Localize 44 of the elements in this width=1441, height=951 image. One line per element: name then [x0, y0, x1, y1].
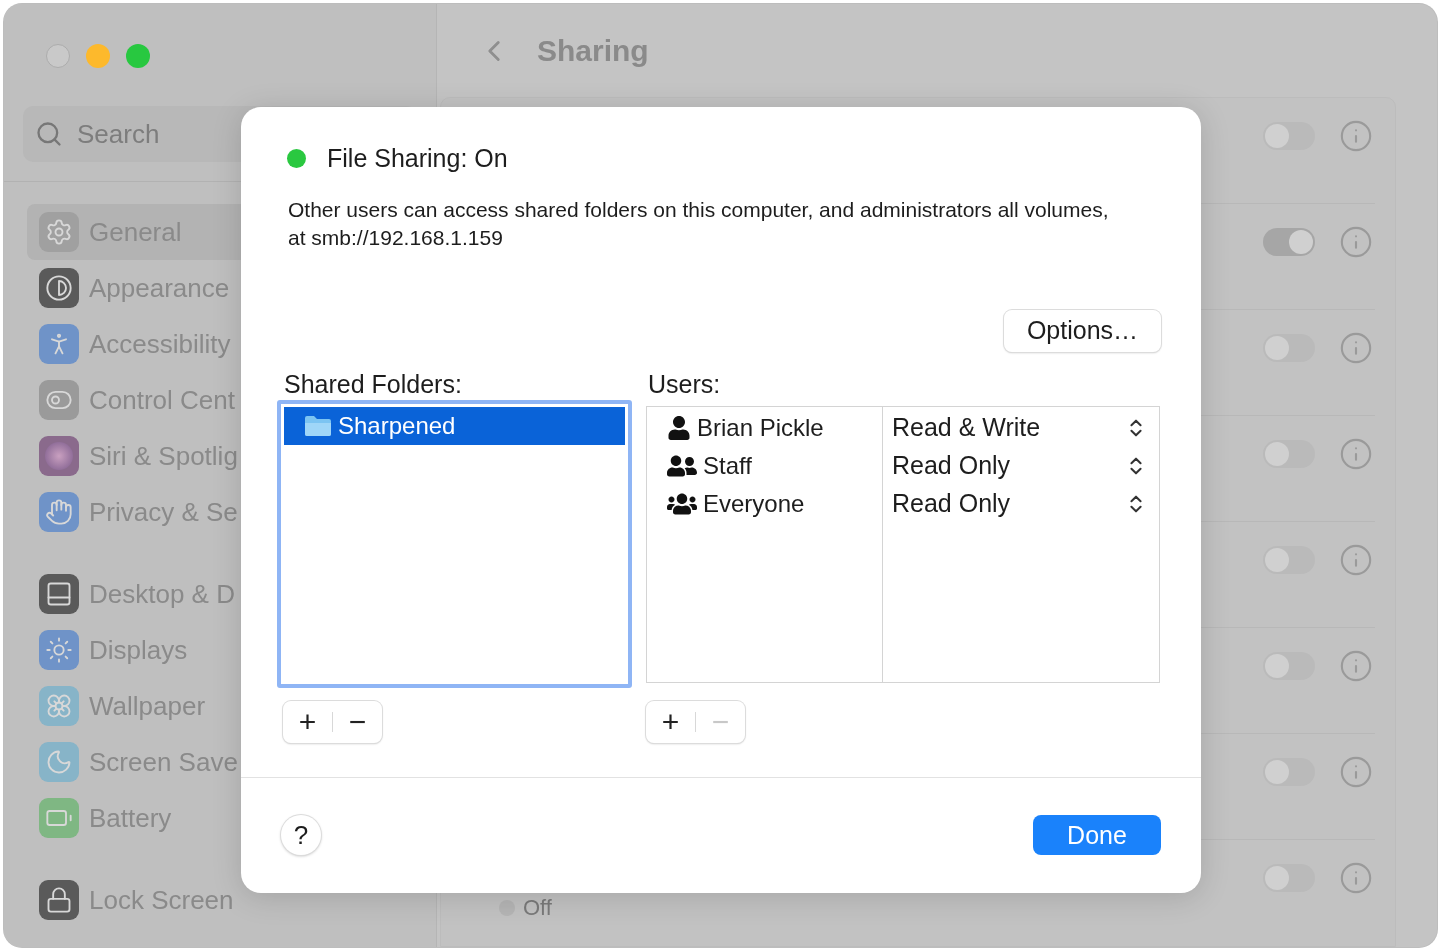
status-text: Off [523, 894, 552, 922]
person-icon [667, 415, 691, 440]
info-icon[interactable] [1339, 861, 1373, 895]
permission-select[interactable]: Read Only [883, 446, 1147, 485]
info-icon[interactable] [1339, 755, 1373, 789]
user-name: Everyone [703, 488, 805, 519]
desktop-icon [39, 574, 79, 614]
user-name: Staff [703, 450, 752, 481]
add-button[interactable]: + [646, 700, 695, 743]
user-name: Brian Pickle [697, 412, 824, 443]
info-icon[interactable] [1339, 119, 1373, 153]
flower-icon [39, 686, 79, 726]
permission-select[interactable]: Read Only [883, 484, 1147, 523]
hand-icon [39, 492, 79, 532]
close-button[interactable] [46, 44, 70, 68]
info-icon[interactable] [1339, 649, 1373, 683]
info-icon[interactable] [1339, 331, 1373, 365]
permission-select[interactable]: Read & Write [883, 408, 1147, 447]
toggle-switch[interactable] [1263, 228, 1315, 256]
info-icon[interactable] [1339, 225, 1373, 259]
add-button[interactable]: + [283, 700, 332, 743]
folder-row[interactable]: Sharpened [284, 406, 625, 445]
info-icon[interactable] [1339, 543, 1373, 577]
section-label: Shared Folders: [283, 368, 463, 400]
battery-icon [39, 798, 79, 838]
minimize-button[interactable] [86, 44, 110, 68]
done-button[interactable]: Done [1033, 815, 1161, 856]
zoom-button[interactable] [126, 44, 150, 68]
orb-icon [39, 436, 79, 476]
accessibility-icon [39, 324, 79, 364]
section-label: Users: [647, 368, 722, 400]
info-icon[interactable] [1339, 437, 1373, 471]
window-title: Sharing [537, 33, 649, 69]
toggle-icon [39, 380, 79, 420]
screen-saver-icon [39, 742, 79, 782]
help-button[interactable]: ? [281, 815, 321, 856]
sun-icon [39, 630, 79, 670]
options-button[interactable]: Options… [1004, 309, 1161, 352]
remove-button[interactable]: − [333, 700, 382, 743]
contrast-icon [39, 268, 79, 308]
gear-icon [39, 212, 79, 252]
folder-icon [304, 414, 332, 437]
lock-icon [39, 880, 79, 920]
search-icon [35, 120, 63, 148]
